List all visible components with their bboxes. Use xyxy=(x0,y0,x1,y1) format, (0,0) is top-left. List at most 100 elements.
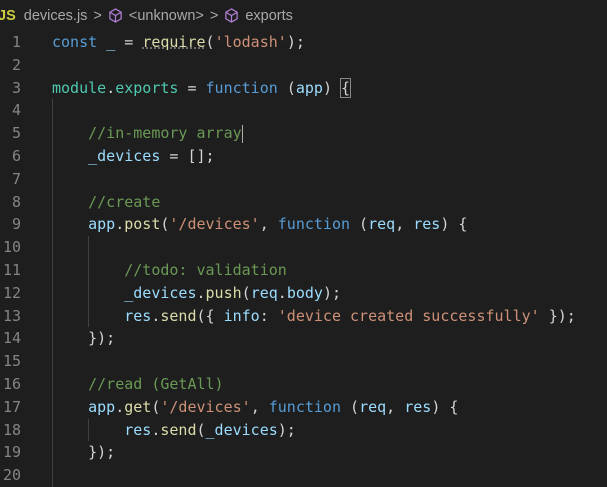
token-var: app xyxy=(295,78,323,97)
token-var: res xyxy=(404,397,432,416)
indent-guide xyxy=(52,167,53,191)
code-text: _devices = []; xyxy=(52,145,214,168)
code-line[interactable]: 7 xyxy=(0,167,607,191)
code-text: //read (GetAll) xyxy=(52,373,224,396)
code-text: module.exports = function (app) { xyxy=(52,77,352,100)
code-line[interactable]: 16 //read (GetAll) xyxy=(0,372,607,396)
code-text: //in-memory array xyxy=(52,122,243,145)
token-pl: , xyxy=(259,215,278,234)
code-editor[interactable]: 1 const _ = require('lodash'); 2 3 module.ex… xyxy=(0,31,607,487)
code-line[interactable]: 13 res.send({ info: 'device created succ… xyxy=(0,304,607,328)
line-number: 13 xyxy=(2,306,21,325)
token-pl: : xyxy=(259,306,278,325)
token-mod: exports xyxy=(115,78,179,97)
token-var: app xyxy=(88,397,116,416)
code-line[interactable]: 19 }); xyxy=(0,441,607,465)
code-line[interactable]: 2 xyxy=(0,54,607,77)
code-line[interactable]: 18 res.send(_devices); xyxy=(0,418,607,442)
code-line[interactable]: 5 //in-memory array xyxy=(0,122,607,145)
line-number: 16 xyxy=(2,374,21,393)
chevron-right-icon: > xyxy=(209,7,219,24)
token-str: 'device created successfully' xyxy=(277,306,540,325)
code-line[interactable]: 11 //todo: validation xyxy=(0,258,607,282)
token-kw: function xyxy=(277,215,351,234)
token-var: res xyxy=(413,215,441,234)
line-number: 19 xyxy=(2,443,21,462)
token-pl: ( xyxy=(196,420,206,439)
token-pl: }); xyxy=(88,443,116,462)
token-str: '/devices' xyxy=(160,397,251,416)
indent-guide xyxy=(52,99,53,123)
token-pl: , xyxy=(386,397,405,416)
line-number: 20 xyxy=(2,466,21,485)
token-pl: ({ xyxy=(196,306,224,325)
code-text: app.get('/devices', function (req, res) … xyxy=(52,396,458,419)
token-pl: . xyxy=(196,283,206,302)
token-var: _devices xyxy=(205,420,278,439)
token-var: _devices xyxy=(124,283,197,302)
breadcrumb-unknown[interactable]: <unknown> xyxy=(129,8,204,24)
token-pl: ); xyxy=(286,33,305,51)
code-text: _devices.push(req.body); xyxy=(52,282,341,305)
indent-guide xyxy=(88,236,90,259)
token-cm: //todo: validation xyxy=(124,260,287,279)
token-var: _ xyxy=(106,33,116,51)
code-line[interactable]: 1 const _ = require('lodash'); xyxy=(0,31,607,54)
js-file-icon: JS xyxy=(0,7,16,24)
token-kw: const xyxy=(52,33,98,51)
token-pl: }); xyxy=(539,306,576,325)
token-var: _devices xyxy=(88,146,161,165)
token-pl: ( xyxy=(241,283,251,302)
token-pl: ) xyxy=(322,78,341,97)
token-cm: //read (GetAll) xyxy=(88,374,224,393)
token-pl: ); xyxy=(322,283,341,302)
code-line[interactable]: 6 _devices = []; xyxy=(0,144,607,168)
token-pl: . xyxy=(106,78,116,97)
line-number: 17 xyxy=(2,397,21,416)
breadcrumb-file[interactable]: devices.js xyxy=(24,8,88,24)
code-text: const _ = require('lodash'); xyxy=(52,31,305,54)
code-line[interactable]: 14 }); xyxy=(0,327,607,351)
code-line[interactable]: 15 xyxy=(0,350,607,373)
line-number: 4 xyxy=(11,101,21,120)
line-number: 6 xyxy=(11,146,21,165)
token-var: info xyxy=(223,306,260,325)
indent-guide xyxy=(52,236,53,259)
token-kw: function xyxy=(205,78,278,97)
token-pl: }); xyxy=(88,329,116,348)
token-kw: function xyxy=(268,397,341,416)
token-var: req xyxy=(368,215,396,234)
chevron-right-icon: > xyxy=(93,7,102,24)
text-cursor xyxy=(241,124,243,143)
breadcrumb-exports[interactable]: exports xyxy=(245,8,293,24)
token-var: req xyxy=(359,397,387,416)
line-number: 7 xyxy=(11,169,21,188)
token-pl: = xyxy=(178,78,206,97)
code-line[interactable]: 20 xyxy=(0,464,607,487)
token-var: body xyxy=(286,283,323,302)
code-line[interactable]: 9 app.post('/devices', function (req, re… xyxy=(0,213,607,237)
token-cm: //in-memory array xyxy=(88,124,242,143)
line-number: 10 xyxy=(2,238,21,257)
code-line[interactable]: 17 app.get('/devices', function (req, re… xyxy=(0,395,607,419)
code-text: res.send(_devices); xyxy=(52,419,296,442)
token-pl: ( xyxy=(205,33,215,51)
code-line[interactable]: 10 xyxy=(0,236,607,259)
code-line[interactable]: 8 //create xyxy=(0,190,607,214)
token-pl: ( xyxy=(350,215,369,234)
indent-guide xyxy=(52,464,53,487)
line-number: 18 xyxy=(2,420,21,439)
code-line[interactable]: 12 _devices.push(req.body); xyxy=(0,281,607,305)
token-pl: ); xyxy=(277,420,296,439)
cube-icon xyxy=(225,8,239,23)
token-fn: push xyxy=(205,283,242,302)
code-line[interactable]: 4 xyxy=(0,99,607,123)
code-line[interactable]: 3 module.exports = function (app) { xyxy=(0,77,607,100)
